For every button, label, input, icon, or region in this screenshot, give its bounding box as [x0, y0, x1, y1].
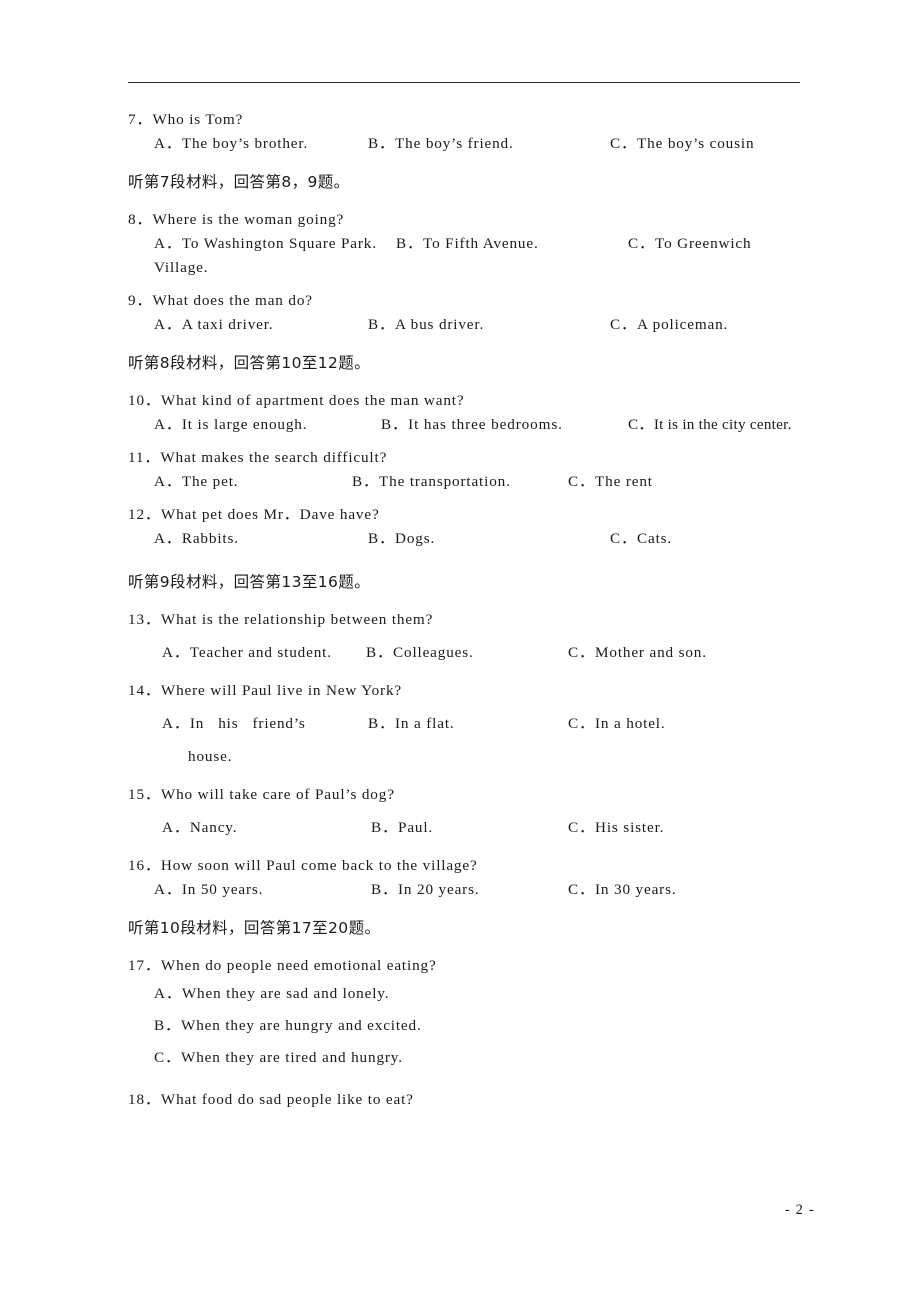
- option-row-8: A．To Washington Square Park. B．To Fifth …: [128, 232, 800, 256]
- question-stem-15: 15．Who will take care of Paul’s dog?: [128, 786, 395, 803]
- option-10-a[interactable]: A．It is large enough.: [154, 413, 307, 437]
- option-row-13: A．Teacher and student. B．Colleagues. C．M…: [128, 641, 800, 665]
- option-10-b[interactable]: B．It has three bedrooms.: [381, 413, 563, 437]
- header-divider-rule: [128, 82, 800, 83]
- option-7-c[interactable]: C．The boy’s cousin: [610, 132, 754, 156]
- option-row-16: A．In 50 years. B．In 20 years. C．In 30 ye…: [128, 878, 800, 902]
- option-14-b[interactable]: B．In a flat.: [368, 712, 455, 736]
- section-directive-9: 听第9段材料，回答第13至16题。: [128, 573, 371, 591]
- option-14-c[interactable]: C．In a hotel.: [568, 712, 666, 736]
- option-row-12: A．Rabbits. B．Dogs. C．Cats.: [128, 527, 800, 551]
- question-stem-13: 13．What is the relationship between them…: [128, 611, 434, 628]
- option-10-c[interactable]: C．It is in the city center.: [628, 413, 792, 437]
- option-row-7: A．The boy’s brother. B．The boy’s friend.…: [128, 132, 800, 156]
- page-number-footer: - 2 -: [784, 1202, 815, 1218]
- option-8-a[interactable]: A．To Washington Square Park.: [154, 232, 377, 256]
- option-17-b[interactable]: B．When they are hungry and excited.: [128, 1010, 800, 1042]
- question-stem-7: 7．Who is Tom?: [128, 111, 244, 128]
- option-15-c[interactable]: C．His sister.: [568, 816, 664, 840]
- option-12-c[interactable]: C．Cats.: [610, 527, 672, 551]
- question-stem-14: 14．Where will Paul live in New York?: [128, 682, 402, 699]
- question-stem-11: 11．What makes the search difficult?: [128, 449, 388, 466]
- option-16-c[interactable]: C．In 30 years.: [568, 878, 677, 902]
- option-9-a[interactable]: A．A taxi driver.: [154, 313, 273, 337]
- option-14-a-continuation: house.: [188, 748, 233, 765]
- option-15-b[interactable]: B．Paul.: [371, 816, 433, 840]
- option-11-a[interactable]: A．The pet.: [154, 470, 238, 494]
- option-14-a-part1: A．In: [162, 715, 205, 732]
- option-9-b[interactable]: B．A bus driver.: [368, 313, 484, 337]
- option-14-a[interactable]: A．In his friend’s: [162, 712, 306, 736]
- question-stem-17: 17．When do people need emotional eating?: [128, 957, 437, 974]
- option-16-b[interactable]: B．In 20 years.: [371, 878, 480, 902]
- option-8-c-continuation: Village.: [154, 259, 209, 276]
- option-14-a-part3: friend’s: [252, 715, 306, 732]
- question-content-column: 7．Who is Tom? A．The boy’s brother. B．The…: [128, 108, 800, 1112]
- section-directive-7: 听第7段材料，回答第8，9题。: [128, 173, 350, 191]
- option-11-b[interactable]: B．The transportation.: [352, 470, 511, 494]
- option-row-14: A．In his friend’s B．In a flat. C．In a hote…: [128, 712, 800, 736]
- option-16-a[interactable]: A．In 50 years.: [154, 878, 263, 902]
- question-stem-10: 10．What kind of apartment does the man w…: [128, 392, 465, 409]
- option-row-11: A．The pet. B．The transportation. C．The r…: [128, 470, 800, 494]
- option-12-b[interactable]: B．Dogs.: [368, 527, 435, 551]
- section-directive-8: 听第8段材料，回答第10至12题。: [128, 354, 371, 372]
- option-13-c[interactable]: C．Mother and son.: [568, 641, 707, 665]
- exam-page: 7．Who is Tom? A．The boy’s brother. B．The…: [0, 0, 920, 1302]
- option-17-c[interactable]: C．When they are tired and hungry.: [128, 1042, 800, 1074]
- option-8-b[interactable]: B．To Fifth Avenue.: [396, 232, 539, 256]
- option-row-9: A．A taxi driver. B．A bus driver. C．A pol…: [128, 313, 800, 337]
- question-stem-8: 8．Where is the woman going?: [128, 211, 345, 228]
- option-13-a[interactable]: A．Teacher and student.: [162, 641, 332, 665]
- question-stem-16: 16．How soon will Paul come back to the v…: [128, 857, 478, 874]
- option-11-c[interactable]: C．The rent: [568, 470, 653, 494]
- option-15-a[interactable]: A．Nancy.: [162, 816, 237, 840]
- question-stem-18: 18．What food do sad people like to eat?: [128, 1091, 414, 1108]
- question-stem-9: 9．What does the man do?: [128, 292, 313, 309]
- option-7-a[interactable]: A．The boy’s brother.: [154, 132, 308, 156]
- question-stem-12: 12．What pet does Mr．Dave have?: [128, 506, 380, 523]
- option-17-a[interactable]: A．When they are sad and lonely.: [128, 978, 800, 1010]
- section-directive-10: 听第10段材料，回答第17至20题。: [128, 919, 381, 937]
- option-12-a[interactable]: A．Rabbits.: [154, 527, 239, 551]
- option-row-15: A．Nancy. B．Paul. C．His sister.: [128, 816, 800, 840]
- option-row-10: A．It is large enough. B．It has three bed…: [128, 413, 800, 437]
- option-13-b[interactable]: B．Colleagues.: [366, 641, 474, 665]
- option-14-a-part2: his: [218, 715, 239, 732]
- option-8-c[interactable]: C．To Greenwich: [628, 232, 751, 256]
- option-7-b[interactable]: B．The boy’s friend.: [368, 132, 514, 156]
- option-9-c[interactable]: C．A policeman.: [610, 313, 728, 337]
